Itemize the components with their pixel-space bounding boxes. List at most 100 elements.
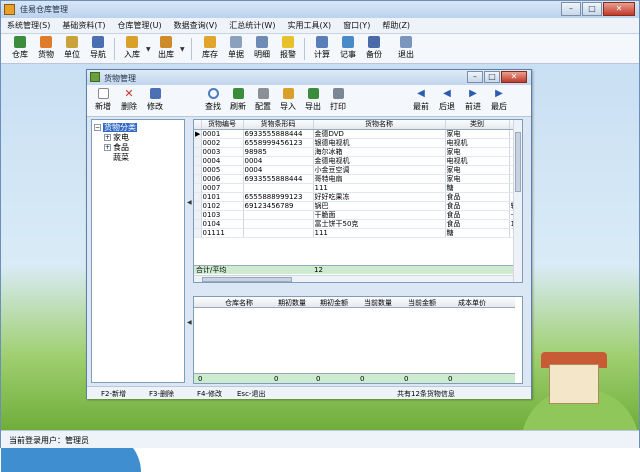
table-row[interactable]: 0103干脆面食品卡	[194, 210, 517, 220]
table-cell[interactable]: 6933555888444	[243, 174, 314, 184]
menu-query[interactable]: 数据查询(V)	[174, 20, 218, 31]
table-cell[interactable]: 海尔冰箱	[313, 147, 446, 157]
table-cell[interactable]: 98985	[243, 147, 314, 157]
column-header[interactable]: 成本单价	[446, 298, 498, 308]
scrollbar-thumb[interactable]	[515, 132, 521, 192]
minimize-button[interactable]: –	[561, 2, 581, 16]
stock-out-button[interactable]: 出库	[155, 36, 177, 60]
table-cell[interactable]: 0005	[201, 165, 244, 175]
menu-warehouse[interactable]: 仓库管理(U)	[117, 20, 161, 31]
table-cell[interactable]: 0004	[201, 156, 244, 166]
calculator-button[interactable]: 计算	[311, 36, 333, 60]
notes-button[interactable]: 记事	[337, 36, 359, 60]
table-cell[interactable]: 金德DVD	[313, 129, 446, 139]
find-button[interactable]: 查找	[201, 88, 225, 112]
expand-icon[interactable]: +	[104, 134, 111, 141]
table-cell[interactable]: 6558999456123	[243, 138, 314, 148]
table-cell[interactable]: 好好吃果冻	[313, 192, 446, 202]
child-titlebar[interactable]: 货物管理 – □ ✕	[87, 70, 531, 85]
edit-button[interactable]: 修改	[143, 88, 167, 112]
table-row[interactable]: 0006 6933555888444 哥特电扇 家电	[194, 174, 517, 184]
table-cell[interactable]: 富士饼干50克	[313, 219, 446, 229]
table-cell[interactable]: 小金豆空调	[313, 165, 446, 175]
table-cell[interactable]: 0007	[201, 183, 244, 193]
table-cell[interactable]: 0002	[201, 138, 244, 148]
table-cell[interactable]: 0006	[201, 174, 244, 184]
table-cell[interactable]: 金德电视机	[313, 156, 446, 166]
table-row[interactable]: 0101 6555888999123 好好吃果冻 食品	[194, 192, 517, 202]
main-titlebar[interactable]: 佳易仓库管理 – □ ✕	[1, 1, 639, 18]
table-row[interactable]: 0104富士饼干50克食品1	[194, 219, 517, 229]
warehouse-button[interactable]: 仓库	[9, 36, 31, 60]
table-cell[interactable]: 0001	[201, 129, 244, 139]
backup-button[interactable]: 备份	[363, 36, 385, 60]
column-header[interactable]: 当前金额	[402, 298, 442, 308]
menu-basic-data[interactable]: 基础资料(T)	[62, 20, 105, 31]
table-cell[interactable]: 0102	[201, 201, 244, 211]
maximize-button[interactable]: □	[582, 2, 602, 16]
table-cell[interactable]: 干脆面	[313, 210, 446, 220]
table-row[interactable]: 0005 0004 小金豆空调 家电	[194, 165, 517, 175]
refresh-button[interactable]: 刷新	[226, 88, 250, 112]
table-cell[interactable]: 6555888999123	[243, 192, 314, 202]
table-cell[interactable]	[243, 219, 314, 229]
stock-in-button[interactable]: 入库	[121, 36, 143, 60]
table-cell[interactable]	[243, 228, 314, 238]
menu-system[interactable]: 系统管理(S)	[7, 20, 50, 31]
table-row[interactable]: 0004 0004 金德电视机 电视机	[194, 156, 517, 166]
column-header[interactable]: 类别	[445, 120, 510, 130]
print-button[interactable]: 打印	[326, 88, 350, 112]
column-header[interactable]: 货物编号	[201, 120, 244, 130]
splitter-arrow-icon[interactable]: ◀	[187, 319, 192, 326]
table-cell[interactable]: 哥特电扇	[313, 174, 446, 184]
table-row[interactable]: 0002 6558999456123 银德电视机 电视机	[194, 138, 517, 148]
menu-statistics[interactable]: 汇总统计(W)	[229, 20, 275, 31]
table-cell[interactable]: 家电	[445, 129, 510, 139]
first-record-button[interactable]: ◀ 最前	[409, 88, 433, 112]
table-row[interactable]: 010269123456789锅巴食品轴	[194, 201, 517, 211]
exit-button[interactable]: 退出	[395, 36, 417, 60]
column-header[interactable]: 当前数量	[358, 298, 398, 308]
stock-in-dropdown-icon[interactable]: ▼	[146, 46, 151, 53]
scrollbar-thumb[interactable]	[202, 277, 292, 282]
column-header[interactable]: 货物名称	[313, 120, 446, 130]
table-cell[interactable]: 家电	[445, 165, 510, 175]
table-row[interactable]: 01111 111 糖	[194, 228, 517, 238]
table-cell[interactable]: 0104	[201, 219, 244, 229]
export-button[interactable]: 导出	[301, 88, 325, 112]
config-button[interactable]: 配置	[251, 88, 275, 112]
table-cell[interactable]	[243, 210, 314, 220]
stock-out-dropdown-icon[interactable]: ▼	[180, 46, 185, 53]
collapse-icon[interactable]: −	[94, 124, 101, 131]
table-cell[interactable]: 电视机	[445, 156, 510, 166]
horizontal-scrollbar[interactable]	[194, 275, 515, 282]
column-header[interactable]: 期初金额	[314, 298, 354, 308]
table-cell[interactable]: 电视机	[445, 138, 510, 148]
tree-item-vegetable[interactable]: 蔬菜	[113, 152, 129, 163]
menu-help[interactable]: 帮助(Z)	[382, 20, 410, 31]
table-cell[interactable]: 111	[313, 228, 446, 238]
expand-icon[interactable]: +	[104, 144, 111, 151]
table-cell[interactable]: 食品	[445, 192, 510, 202]
vertical-scrollbar[interactable]	[513, 120, 522, 282]
table-cell[interactable]: 0004	[243, 165, 314, 175]
table-cell[interactable]: 6933555888444	[243, 129, 314, 139]
unit-button[interactable]: 单位	[61, 36, 83, 60]
table-cell[interactable]: 家电	[445, 174, 510, 184]
document-button[interactable]: 单据	[225, 36, 247, 60]
add-button[interactable]: 新增	[91, 88, 115, 112]
last-record-button[interactable]: ▶ 最后	[487, 88, 511, 112]
table-cell[interactable]	[243, 183, 314, 193]
table-cell[interactable]: 糖	[445, 183, 510, 193]
close-button[interactable]: ✕	[603, 2, 635, 16]
goods-button[interactable]: 货物	[35, 36, 57, 60]
menu-window[interactable]: 窗口(Y)	[343, 20, 370, 31]
column-header[interactable]: 期初数量	[272, 298, 312, 308]
table-cell[interactable]: 家电	[445, 147, 510, 157]
tree-root-label[interactable]: 货物分类	[103, 123, 137, 132]
column-header[interactable]: 仓库名称	[208, 298, 270, 308]
alarm-button[interactable]: 报警	[277, 36, 299, 60]
table-cell[interactable]: 0101	[201, 192, 244, 202]
table-cell[interactable]: 银德电视机	[313, 138, 446, 148]
table-row[interactable]: 0003 98985 海尔冰箱 家电	[194, 147, 517, 157]
